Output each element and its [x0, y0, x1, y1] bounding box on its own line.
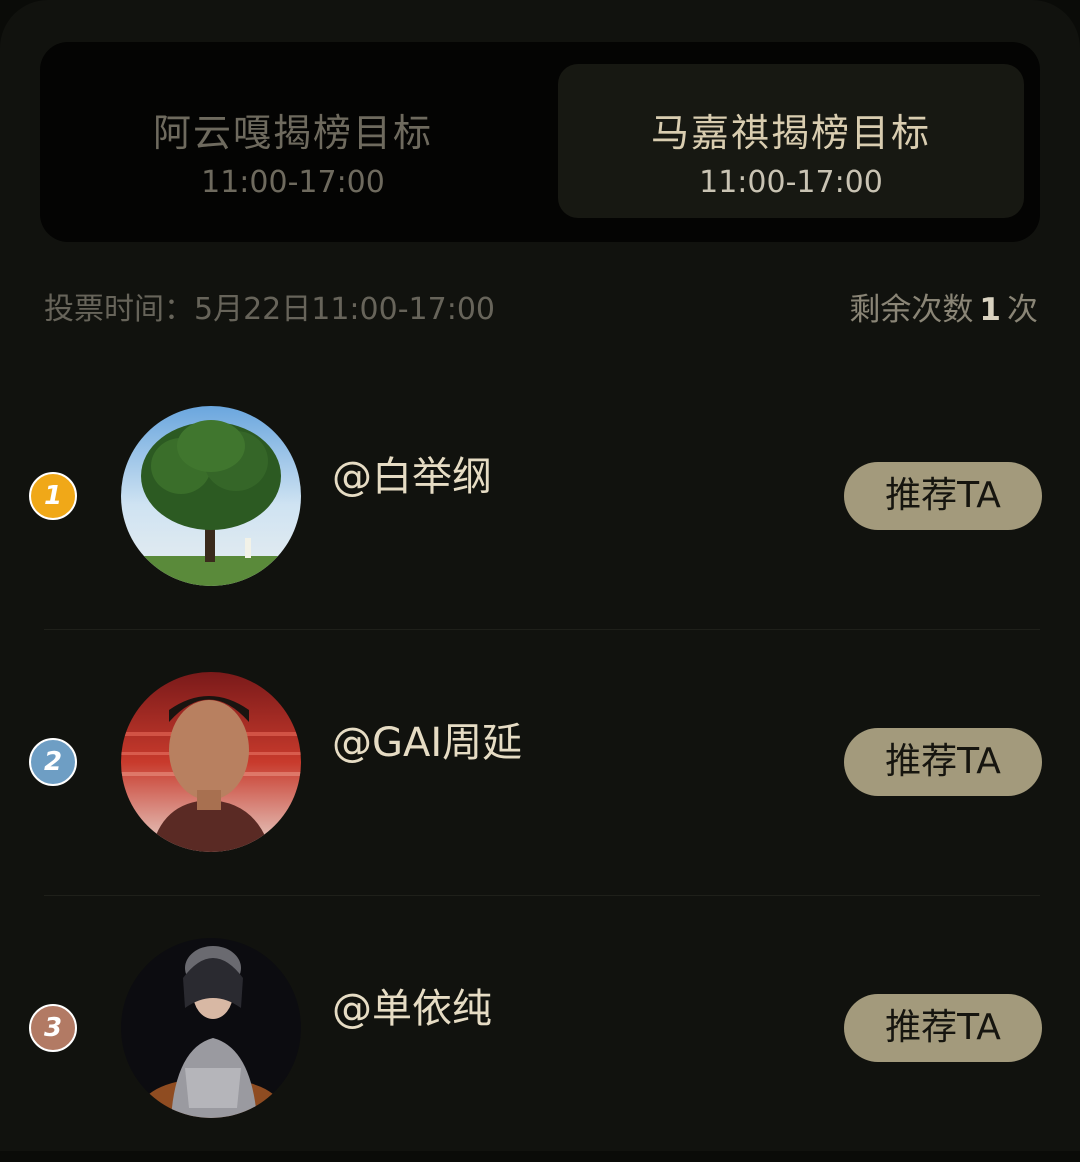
portrait-avatar-image [121, 672, 301, 852]
list-item: 2 @GAI周延 推荐TA [0, 630, 1080, 896]
target-tabs: 阿云嘎揭榜目标 11:00-17:00 马嘉祺揭榜目标 11:00-17:00 [40, 42, 1040, 242]
avatar[interactable] [121, 672, 301, 852]
rank-badge: 2 [29, 738, 77, 786]
list-item: 3 @单依纯 推荐TA [0, 896, 1080, 1162]
tab-title: 马嘉祺揭榜目标 [650, 111, 931, 155]
rank-badge: 3 [29, 1004, 77, 1052]
tab-time: 11:00-17:00 [201, 165, 385, 200]
portrait-avatar-image [121, 938, 301, 1118]
recommend-button[interactable]: 推荐TA [844, 994, 1042, 1062]
candidate-name: @白举纲 [332, 454, 492, 500]
remaining-prefix: 剩余次数 [849, 292, 974, 328]
recommend-button[interactable]: 推荐TA [844, 462, 1042, 530]
avatar[interactable] [121, 406, 301, 586]
remaining-count: 1 [979, 292, 1001, 328]
tab-ayunga-target[interactable]: 阿云嘎揭榜目标 11:00-17:00 [60, 64, 526, 218]
tab-title: 阿云嘎揭榜目标 [152, 111, 433, 155]
remaining-votes: 剩余次数 1 次 [849, 288, 1038, 332]
rank-badge: 1 [29, 472, 77, 520]
tree-avatar-image [121, 406, 301, 586]
tab-majiaqi-target[interactable]: 马嘉祺揭榜目标 11:00-17:00 [558, 64, 1024, 218]
candidate-name: @单依纯 [332, 986, 492, 1032]
tab-time: 11:00-17:00 [699, 165, 883, 200]
remaining-suffix: 次 [1007, 292, 1038, 328]
list-item: 1 @白举纲 推荐TA [0, 364, 1080, 630]
candidate-name: @GAI周延 [332, 720, 523, 766]
voting-panel: 阿云嘎揭榜目标 11:00-17:00 马嘉祺揭榜目标 11:00-17:00 … [0, 0, 1080, 1151]
avatar[interactable] [121, 938, 301, 1118]
vote-time-label: 投票时间：5月22日11:00-17:00 [44, 292, 495, 327]
recommend-button[interactable]: 推荐TA [844, 728, 1042, 796]
